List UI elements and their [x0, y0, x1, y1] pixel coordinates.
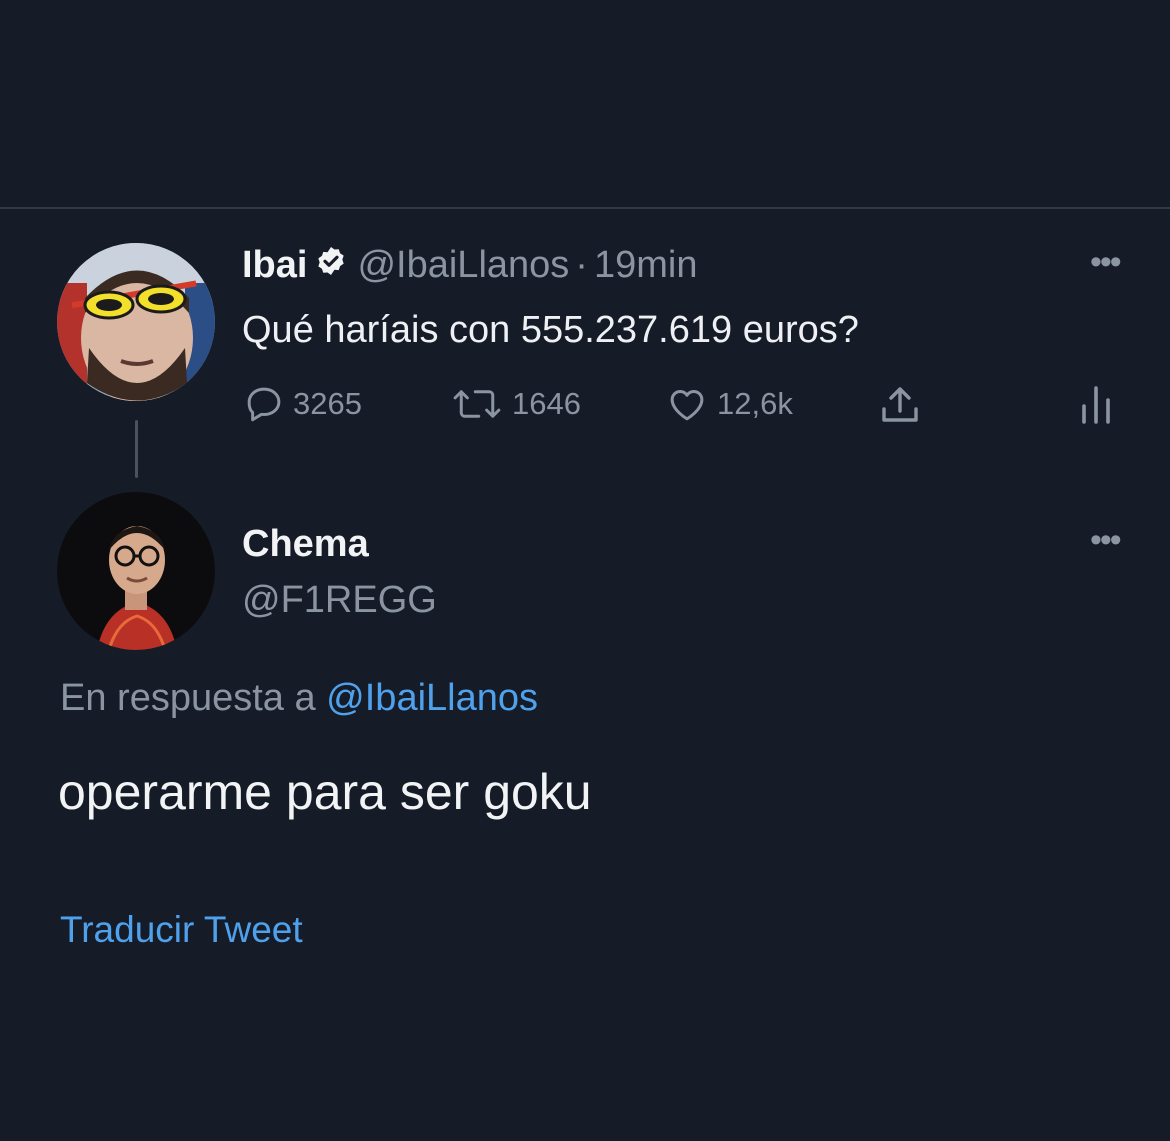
top-divider — [0, 207, 1170, 209]
retweet-icon — [453, 390, 501, 418]
heart-icon — [670, 390, 704, 421]
comment-icon — [247, 387, 281, 422]
retweet-count: 1646 — [512, 386, 581, 421]
analytics-icon — [1082, 386, 1110, 424]
in-reply-prefix: En respuesta a — [60, 677, 316, 719]
tweet-text: Qué haríais con 555.237.619 euros? — [242, 309, 859, 351]
more-dots-icon[interactable]: ••• — [1090, 523, 1122, 557]
like-action[interactable]: 12,6k — [665, 383, 793, 425]
chema-avatar[interactable] — [57, 492, 215, 650]
thread-connector-line — [135, 420, 138, 478]
verified-badge-icon — [315, 243, 347, 287]
reply-action[interactable]: 3265 — [243, 383, 362, 425]
tweet-time[interactable]: 19min — [594, 243, 698, 287]
in-reply-handle-link[interactable]: @IbaiLlanos — [326, 677, 538, 719]
reply-author-handle[interactable]: @F1REGG — [242, 578, 437, 622]
analytics-action[interactable] — [1078, 382, 1114, 426]
author-name[interactable]: Ibai — [242, 243, 307, 287]
share-action[interactable] — [876, 381, 924, 429]
translate-tweet-link[interactable]: Traducir Tweet — [60, 908, 303, 952]
header-separator: · — [575, 244, 588, 286]
ibai-avatar[interactable] — [57, 243, 215, 401]
reply-author-name[interactable]: Chema — [242, 522, 369, 566]
like-count: 12,6k — [717, 386, 793, 421]
tweet-header: Ibai @IbaiLlanos · 19min — [242, 243, 697, 287]
more-dots-icon[interactable]: ••• — [1090, 245, 1122, 279]
reply-text: operarme para ser goku — [58, 764, 592, 820]
retweet-action[interactable]: 1646 — [450, 383, 581, 425]
author-handle[interactable]: @IbaiLlanos — [357, 243, 569, 287]
share-icon — [882, 387, 918, 422]
reply-count: 3265 — [293, 386, 362, 421]
in-reply-to: En respuesta a @IbaiLlanos — [60, 676, 538, 720]
